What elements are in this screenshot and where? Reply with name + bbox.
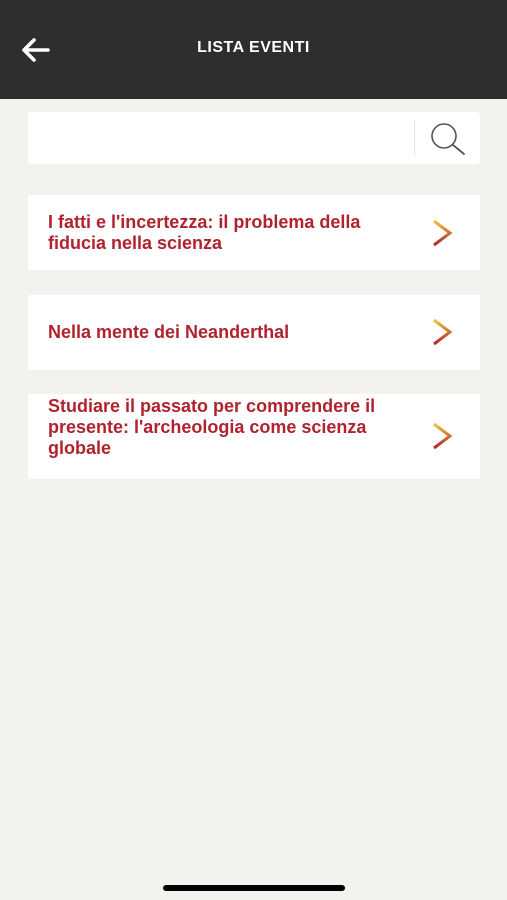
search-button[interactable] — [424, 118, 474, 160]
chevron-right-icon — [433, 219, 453, 247]
page-title: LISTA EVENTI — [197, 39, 310, 56]
event-title: I fatti e l'incertezza: il problema dell… — [48, 212, 361, 253]
event-title: Nella mente dei Neanderthal — [48, 322, 290, 342]
chevron-right-icon — [433, 422, 453, 450]
event-title: Studiare il passato per comprendere il p… — [48, 396, 376, 458]
event-card-3[interactable]: Studiare il passato per comprendere il p… — [28, 394, 480, 479]
app-header: LISTA EVENTI — [0, 0, 507, 99]
search-input[interactable] — [28, 112, 414, 164]
event-card-2[interactable]: Nella mente dei Neanderthal — [28, 295, 480, 370]
search-icon — [431, 123, 465, 155]
chevron-right-icon — [433, 318, 453, 346]
event-card-1[interactable]: I fatti e l'incertezza: il problema dell… — [28, 195, 480, 270]
home-indicator — [163, 885, 345, 891]
search-divider — [414, 120, 415, 156]
search-bar — [28, 112, 480, 164]
